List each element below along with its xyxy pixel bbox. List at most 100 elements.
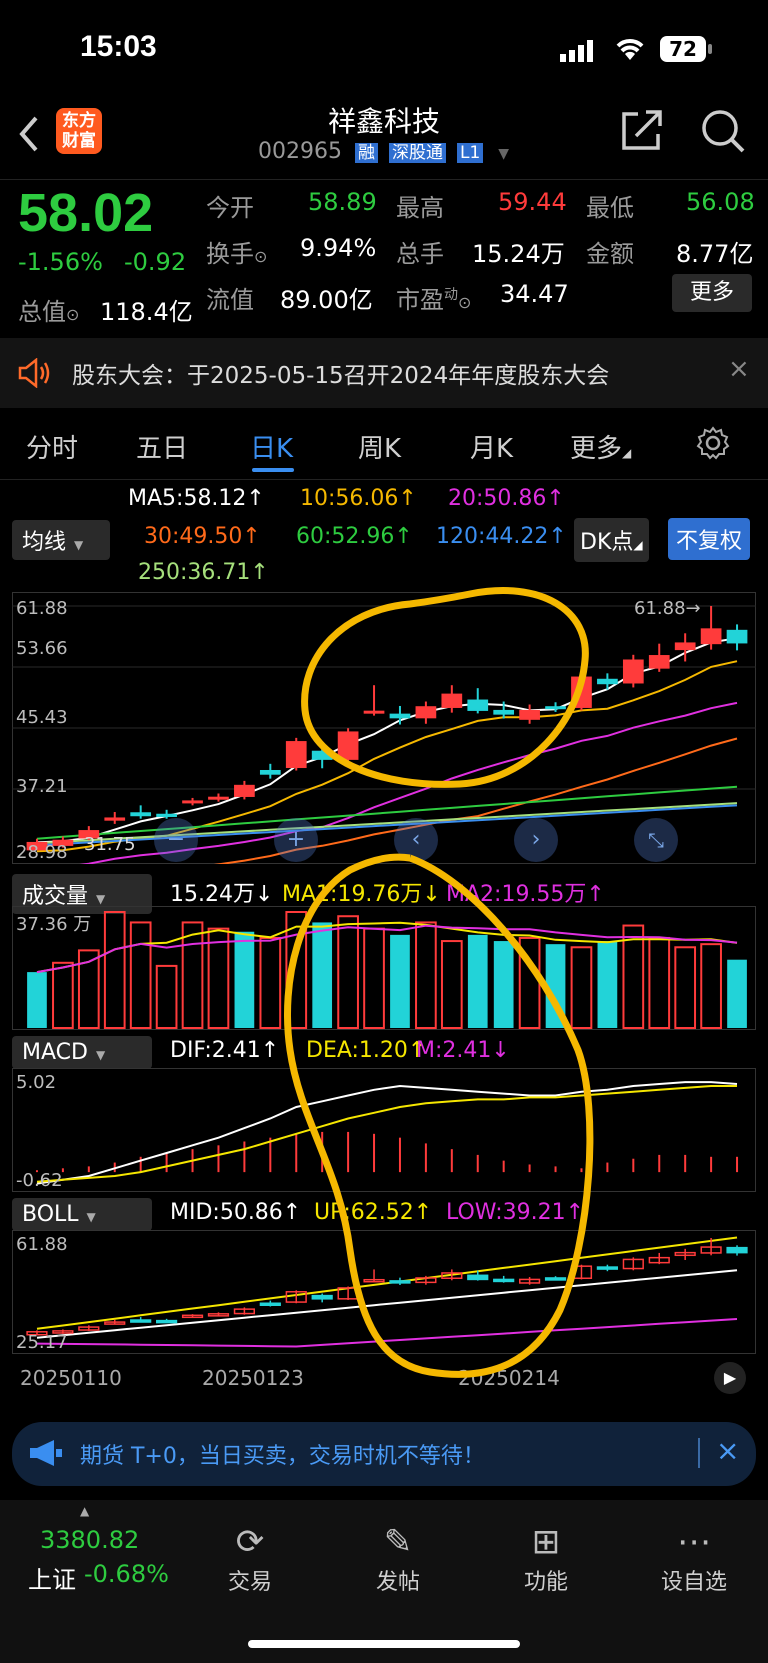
tab-weekly-k[interactable]: 周K [358, 428, 401, 465]
play-button[interactable]: ▶ [714, 1362, 746, 1394]
tab-five-day[interactable]: 五日 [136, 428, 188, 465]
wifi-icon [614, 36, 646, 66]
ad-close-icon[interactable]: × [716, 1434, 739, 1467]
volume-bar [700, 943, 722, 1029]
functions-button[interactable]: ⊞ 功能 [486, 1520, 606, 1596]
signal-icon [560, 40, 596, 66]
tab-monthly-k[interactable]: 月K [470, 428, 513, 465]
volume-bar [363, 927, 385, 1030]
last-price: 58.02 [18, 183, 154, 243]
kline-axis-label: 61.88 [16, 598, 68, 619]
battery-icon: 72 [660, 36, 706, 62]
settings-button[interactable] [696, 426, 730, 464]
post-button[interactable]: ✎ 发帖 [338, 1520, 458, 1596]
boll-candle [493, 1278, 515, 1283]
close-icon[interactable]: × [728, 354, 750, 384]
dk-point-button[interactable]: DK点◢ [574, 518, 649, 562]
candle [311, 750, 333, 760]
active-tab-indicator [252, 468, 294, 472]
macd-m: M:2.41↓ [416, 1038, 510, 1063]
low-label: 最低 [586, 194, 634, 222]
info-icon: ⊙ [66, 305, 80, 324]
home-indicator [248, 1640, 520, 1648]
candle [363, 710, 385, 714]
zoom-in-button[interactable]: + [274, 818, 318, 862]
notice-banner[interactable]: 股东大会：于2025-05-15召开2024年年度股东大会 × [0, 338, 768, 408]
boll-up: UP:62.52↑ [314, 1200, 433, 1225]
candle [622, 659, 644, 684]
share-button[interactable] [620, 108, 664, 156]
candle [571, 676, 592, 708]
stock-code-row[interactable]: 002965 融 深股通 L1 ▼ [258, 138, 509, 164]
volume-bar [129, 921, 152, 1029]
candle [545, 706, 566, 710]
macd-selector[interactable]: MACD ▼ [12, 1036, 152, 1069]
candle [415, 706, 437, 719]
search-icon [702, 110, 745, 153]
ad-text: 期货 T+0，当日买卖，交易时机不等待！ [80, 1444, 485, 1469]
candle [234, 784, 255, 797]
ma5-value: MA5:58.12↑ [128, 486, 265, 511]
boll-mid-line [36, 1269, 738, 1339]
trade-icon: ⟳ [235, 1522, 265, 1562]
change-pct: -1.56% [18, 248, 103, 276]
volume-bar [234, 931, 255, 1028]
zoom-out-button[interactable]: − [154, 818, 198, 862]
tab-daily-k[interactable]: 日K [250, 428, 293, 465]
candle [597, 678, 618, 685]
badge-level: L1 [456, 143, 484, 163]
volume-bar [518, 936, 541, 1029]
trade-button[interactable]: ⟳ 交易 [190, 1520, 310, 1596]
ma-selector[interactable]: 均线 ▼ [12, 520, 110, 560]
volume-bar [27, 972, 47, 1028]
macd-dea: DEA:1.20↑ [306, 1038, 427, 1063]
amount-value: 8.77亿 [676, 240, 754, 268]
apps-icon: ⊞ [531, 1522, 561, 1562]
index-change: -0.68% [84, 1560, 169, 1588]
tab-intraday[interactable]: 分时 [26, 428, 78, 465]
volume-value: 15.24万↓ [170, 882, 274, 907]
turnover-value: 9.94% [300, 234, 377, 262]
boll-candle [544, 1277, 567, 1281]
quote-panel: 58.02 -1.56% -0.92 总值⊙ 118.4亿 今开 58.89 最… [0, 180, 768, 330]
more-button[interactable]: 更多 [672, 274, 752, 312]
volume-axis-top: 37.36 万 [16, 914, 92, 935]
index-widget[interactable]: ▲ 3380.82 上证 -0.68% [20, 1504, 180, 1604]
megaphone-icon [28, 1438, 64, 1472]
fuquan-button[interactable]: 不复权 [668, 518, 751, 560]
macd-dea-line [36, 1085, 737, 1183]
add-watchlist-button[interactable]: ⋯ 设自选 [634, 1520, 754, 1596]
high-value: 59.44 [498, 188, 567, 216]
stock-code: 002965 [258, 139, 342, 164]
boll-mid: MID:50.86↑ [170, 1200, 302, 1225]
ad-banner[interactable]: 期货 T+0，当日买卖，交易时机不等待！ × [12, 1422, 756, 1486]
candle [726, 629, 748, 644]
gear-icon [696, 426, 730, 460]
boll-candle [156, 1319, 178, 1324]
boll-up-line [36, 1236, 738, 1330]
volume-bar [727, 959, 747, 1028]
boll-selector[interactable]: BOLL ▼ [12, 1198, 152, 1231]
volume-bar [390, 934, 410, 1028]
candle [519, 709, 540, 720]
date-axis: 20250110 20250123 20250214 ▶ [12, 1358, 756, 1402]
volume-ma2-line [36, 924, 738, 974]
tab-more[interactable]: 更多◢ [570, 428, 631, 465]
macd-dif: DIF:2.41↑ [170, 1038, 280, 1063]
ma120-line [36, 804, 738, 847]
boll-axis-top: 61.88 [16, 1234, 68, 1255]
candle [389, 713, 411, 719]
info-icon: ⊙ [254, 247, 268, 266]
ma20-value: 20:50.86↑ [448, 486, 565, 511]
mcap-label: 总值⊙ [18, 298, 80, 326]
scroll-left-button[interactable]: ‹ [394, 818, 438, 862]
candle [700, 628, 722, 645]
status-time: 15:03 [80, 30, 157, 63]
low-value: 56.08 [686, 188, 755, 216]
expand-button[interactable]: ⤡ [634, 818, 678, 862]
volume-bar [259, 936, 282, 1029]
search-button[interactable] [700, 108, 746, 158]
volume-bar [440, 940, 463, 1030]
boll-candle [467, 1274, 489, 1281]
scroll-right-button[interactable]: › [514, 818, 558, 862]
